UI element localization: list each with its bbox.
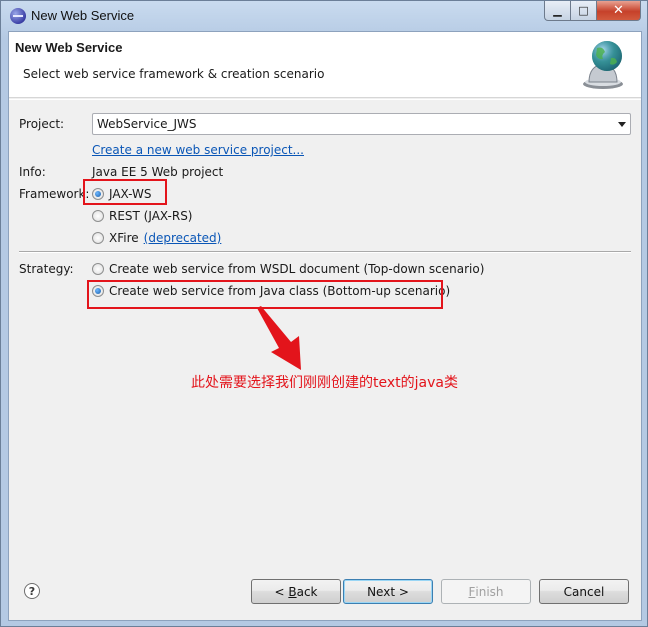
strategy-radio-top-down[interactable]: Create web service from WSDL document (T… <box>92 262 484 276</box>
close-button[interactable]: ✕ <box>597 1 641 21</box>
radio-label: REST (JAX-RS) <box>109 209 193 223</box>
minimize-button[interactable]: ▁ <box>544 1 571 21</box>
cancel-button[interactable]: Cancel <box>539 579 629 604</box>
maximize-button[interactable]: □ <box>571 1 597 21</box>
banner-title: New Web Service <box>15 40 123 55</box>
banner-description: Select web service framework & creation … <box>23 67 325 81</box>
window-title: New Web Service <box>31 8 135 23</box>
wizard-banner: New Web Service Select web service frame… <box>9 32 641 98</box>
radio-label: XFire <box>109 231 139 245</box>
framework-radio-xfire[interactable]: XFire (deprecated) <box>92 231 221 245</box>
close-icon: ✕ <box>613 3 624 18</box>
radio-label: Create web service from WSDL document (T… <box>109 262 485 276</box>
title-bar[interactable]: New Web Service ▁ □ ✕ <box>1 1 647 31</box>
project-select-value: WebService_JWS <box>97 117 197 131</box>
window-controls: ▁ □ ✕ <box>544 1 641 21</box>
next-button[interactable]: Next > <box>343 579 433 604</box>
dialog-window: New Web Service ▁ □ ✕ New Web Service Se… <box>0 0 648 627</box>
highlight-box-strategy <box>87 280 443 309</box>
annotation-text: 此处需要选择我们刚刚创建的text的java类 <box>191 375 458 391</box>
banner-separator <box>9 99 641 100</box>
web-service-globe-icon <box>583 41 623 89</box>
chevron-down-icon[interactable] <box>618 122 626 127</box>
strategy-label: Strategy: <box>19 262 74 276</box>
framework-radio-rest[interactable]: REST (JAX-RS) <box>92 209 193 223</box>
back-button[interactable]: < Back <box>251 579 341 604</box>
finish-button: Finish <box>441 579 531 604</box>
radio-button[interactable] <box>92 263 104 275</box>
eclipse-icon <box>10 8 26 24</box>
dialog-client-area: New Web Service Select web service frame… <box>8 31 642 621</box>
maximize-icon: □ <box>578 4 589 17</box>
deprecated-link[interactable]: (deprecated) <box>144 231 222 245</box>
minimize-icon: ▁ <box>553 4 562 17</box>
help-icon[interactable]: ? <box>24 583 40 599</box>
radio-button[interactable] <box>92 210 104 222</box>
highlight-box-framework <box>83 179 167 205</box>
framework-label: Framework: <box>19 187 90 201</box>
create-project-link[interactable]: Create a new web service project... <box>92 143 304 157</box>
annotation-arrow-icon <box>257 306 301 370</box>
project-label: Project: <box>19 117 65 131</box>
radio-button[interactable] <box>92 232 104 244</box>
section-separator <box>19 251 631 253</box>
info-label: Info: <box>19 165 46 179</box>
info-value: Java EE 5 Web project <box>92 165 224 179</box>
project-select[interactable]: WebService_JWS <box>92 113 631 135</box>
